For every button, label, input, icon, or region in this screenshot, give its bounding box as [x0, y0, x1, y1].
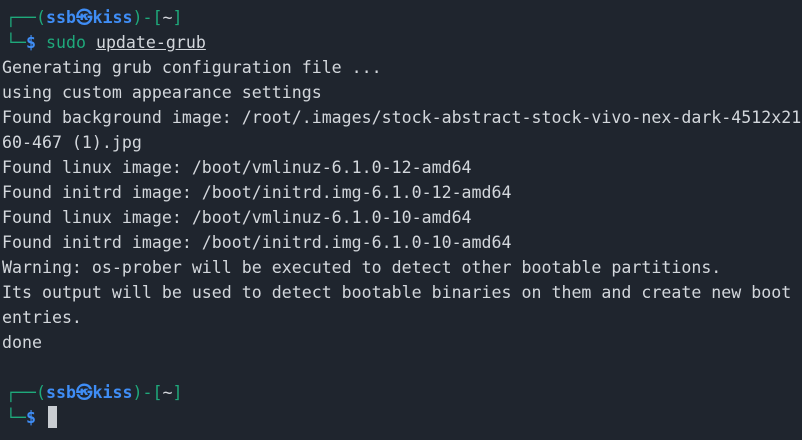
- prompt-corner-bottom: └─: [6, 33, 26, 52]
- prompt-cwd: ~: [162, 8, 173, 27]
- prompt-close-paren: ): [132, 383, 143, 402]
- command-argument: update-grub: [95, 33, 206, 52]
- prompt-header-line: ┌──(ssb㉿kiss)-[~]: [0, 380, 802, 405]
- prompt-cwd: ~: [162, 383, 173, 402]
- prompt-dash-bracket: -[: [142, 383, 163, 402]
- prompt-dollar: $: [25, 408, 36, 427]
- prompt-command-line: └─$ sudo update-grub: [0, 30, 802, 55]
- prompt-corner-top: ┌──: [6, 383, 36, 402]
- output-line: Found initrd image: /boot/initrd.img-6.1…: [2, 183, 512, 202]
- command-name: sudo: [45, 33, 86, 52]
- output-line: 60-467 (1).jpg: [2, 133, 142, 152]
- output-line: Warning: os-prober will be executed to d…: [2, 258, 722, 277]
- prompt-open-paren: (: [35, 8, 46, 27]
- prompt-dash-bracket: -[: [142, 8, 163, 27]
- prompt-dollar: $: [25, 33, 36, 52]
- output-line: Its output will be used to detect bootab…: [2, 283, 792, 302]
- prompt-close-paren: ): [132, 8, 143, 27]
- prompt-close-bracket: ]: [172, 383, 183, 402]
- prompt-corner-bottom: └─: [6, 408, 26, 427]
- prompt-header-line: ┌──(ssb㉿kiss)-[~]: [0, 5, 802, 30]
- prompt-input-line[interactable]: └─$: [0, 405, 802, 430]
- prompt-open-paren: (: [35, 383, 46, 402]
- prompt-close-bracket: ]: [172, 8, 183, 27]
- output-line: done: [2, 333, 42, 352]
- text-cursor[interactable]: [47, 406, 57, 428]
- output-line: Found initrd image: /boot/initrd.img-6.1…: [2, 233, 512, 252]
- prompt-user-host: ssb㉿kiss: [45, 383, 133, 402]
- output-line: using custom appearance settings: [2, 83, 322, 102]
- terminal-window[interactable]: ┌──(ssb㉿kiss)-[~] └─$ sudo update-grub G…: [0, 0, 802, 440]
- output-line: Found linux image: /boot/vmlinuz-6.1.0-1…: [2, 208, 472, 227]
- prompt-corner-top: ┌──: [6, 8, 36, 27]
- output-line: Found linux image: /boot/vmlinuz-6.1.0-1…: [2, 158, 472, 177]
- output-line: entries.: [2, 308, 82, 327]
- output-line: Generating grub configuration file ...: [2, 58, 382, 77]
- prompt-user-host: ssb㉿kiss: [45, 8, 133, 27]
- output-line: Found background image: /root/.images/st…: [2, 108, 802, 127]
